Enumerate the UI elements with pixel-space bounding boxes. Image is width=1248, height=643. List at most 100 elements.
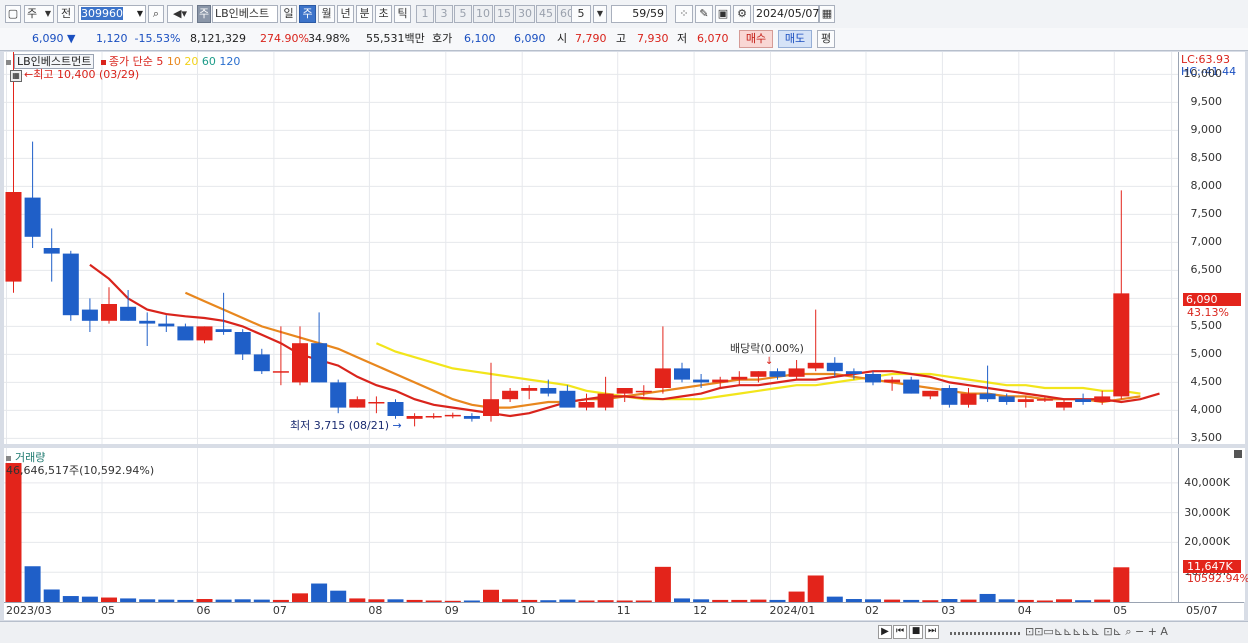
- drawing-tools[interactable]: ⊡⊡▭⊾⊾⊾⊾⊾ ⊡⊾ ⌕ − + A: [1025, 625, 1168, 639]
- candle-body: [101, 304, 117, 321]
- legend-period-120: 120: [219, 55, 241, 68]
- current-price-pct: 43.13%: [1187, 306, 1229, 319]
- dividend-label: 배당락(0.00%): [730, 342, 804, 355]
- date-label: 12: [693, 604, 708, 617]
- candle-body: [368, 402, 385, 404]
- volume-bar: [807, 575, 824, 602]
- price-tick-label: 4,500: [1190, 375, 1223, 389]
- price-tick-label: 7,000: [1190, 235, 1223, 249]
- legend-square-icon: [6, 455, 11, 461]
- candle-body: [521, 388, 538, 391]
- candle-body: [444, 414, 461, 417]
- legend-ma-periods: 5 10 20 60 120: [156, 55, 240, 68]
- legend-period-10: 10: [166, 55, 185, 68]
- candle-body: [311, 343, 328, 383]
- date-label: 11: [616, 604, 631, 617]
- candle-body: [559, 390, 576, 408]
- candle-body: [884, 379, 901, 383]
- candle-body: [1056, 402, 1072, 408]
- price-tick-label: 9,000: [1190, 123, 1223, 137]
- volume-bar: [24, 566, 41, 602]
- rewind-icon[interactable]: ⏮: [893, 625, 907, 639]
- date-label: 06: [196, 604, 211, 617]
- candle-body: [120, 306, 137, 321]
- date-label: 04: [1017, 604, 1032, 617]
- legend-square-icon: [6, 59, 11, 65]
- date-label: 05/07: [1186, 604, 1218, 617]
- price-tick-label: 9,500: [1190, 95, 1223, 109]
- date-label: 10: [521, 604, 536, 617]
- candle-body: [635, 390, 652, 393]
- price-tick-label: 10,000: [1183, 67, 1223, 81]
- volume-bar: [311, 583, 328, 602]
- max-price-label: ←최고 10,400 (03/29): [24, 68, 140, 81]
- volume-tick-label: 20,000K: [1184, 535, 1230, 549]
- candle-body: [253, 354, 270, 372]
- volume-max-label: 46,646,517주(10,592.94%): [6, 464, 155, 477]
- candle-body: [483, 399, 499, 416]
- min-price-label: 최저 3,715 (08/21) →: [290, 419, 402, 432]
- candle-body: [712, 379, 729, 383]
- price-tick-label: 5,000: [1190, 347, 1223, 361]
- volume-tick-label: 40,000K: [1184, 475, 1230, 489]
- candle-body: [845, 371, 862, 374]
- candle-body: [272, 371, 289, 373]
- table-icon[interactable]: ▦: [10, 70, 22, 82]
- candle-body: [196, 326, 213, 341]
- date-label: 2023/03: [6, 604, 52, 617]
- volume-tick-label: 30,000K: [1184, 505, 1230, 519]
- arrow-down-icon: ↓: [765, 356, 774, 367]
- volume-bar: [1113, 567, 1130, 602]
- candle-body: [654, 368, 671, 388]
- volume-bar: [788, 591, 805, 602]
- stop-icon[interactable]: ■: [909, 625, 923, 639]
- legend-period-20: 20: [184, 55, 202, 68]
- candle-body: [24, 197, 41, 237]
- candle-body: [979, 393, 996, 400]
- legend-ma-icon: [100, 59, 106, 65]
- panel-close-icon[interactable]: [1234, 450, 1242, 458]
- candle-body: [540, 388, 557, 394]
- candle-body: [960, 393, 977, 405]
- candle-body: [865, 374, 881, 383]
- date-label: 03: [941, 604, 956, 617]
- volume-bar: [43, 589, 60, 602]
- candle-body: [330, 382, 347, 408]
- price-tick-label: 6,500: [1190, 263, 1223, 277]
- scroll-right-icon[interactable]: ▶: [878, 625, 892, 639]
- candle-body: [998, 396, 1015, 402]
- volume-bar: [979, 593, 996, 602]
- date-label: 08: [368, 604, 383, 617]
- candle-body: [463, 416, 480, 419]
- volume-bar: [330, 590, 347, 602]
- candle-body: [502, 390, 519, 400]
- date-label: 05: [101, 604, 115, 617]
- candle-body: [1094, 396, 1111, 402]
- chart-svg: [4, 52, 1178, 602]
- candle-body: [941, 388, 958, 405]
- candle-body: [1075, 399, 1092, 402]
- candle-body: [578, 402, 595, 408]
- date-label: 09: [444, 604, 459, 617]
- candle-body: [43, 248, 60, 254]
- candle-body: [750, 371, 767, 377]
- candle-body: [597, 393, 614, 408]
- candle-body: [1017, 399, 1034, 402]
- price-tick-label: 7,500: [1190, 207, 1223, 221]
- fast-forward-icon[interactable]: ⏭: [925, 625, 939, 639]
- candle-body: [674, 368, 690, 380]
- candle-body: [81, 309, 98, 321]
- candle-body: [387, 402, 404, 416]
- candle-body: [616, 388, 633, 394]
- candle-body: [5, 192, 22, 282]
- candle-body: [349, 399, 366, 408]
- zoom-slider[interactable]: [950, 632, 1020, 635]
- candle-body: [1113, 293, 1130, 397]
- candle-body: [1036, 399, 1053, 401]
- candle-body: [693, 379, 710, 383]
- candle-body: [731, 376, 748, 380]
- candle-body: [826, 362, 843, 372]
- candle-body: [922, 390, 939, 397]
- volume-bar: [654, 566, 671, 602]
- candle-body: [139, 320, 156, 324]
